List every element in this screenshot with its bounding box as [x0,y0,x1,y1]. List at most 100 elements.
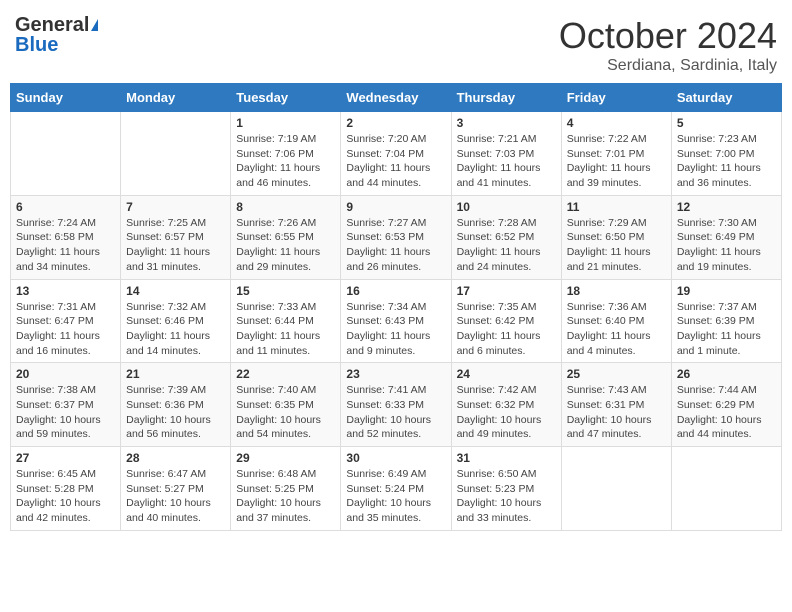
day-detail: Sunrise: 6:47 AM [126,467,225,482]
day-detail: Daylight: 10 hours and 59 minutes. [16,413,115,442]
day-detail: Sunrise: 7:27 AM [346,216,445,231]
day-detail: Sunset: 6:40 PM [567,314,666,329]
day-detail: Sunset: 5:24 PM [346,482,445,497]
day-detail: Sunset: 7:01 PM [567,147,666,162]
day-number: 14 [126,284,225,298]
logo-triangle-icon [91,19,98,31]
day-detail: Sunrise: 7:32 AM [126,300,225,315]
calendar-header: SundayMondayTuesdayWednesdayThursdayFrid… [11,84,782,112]
day-detail: Daylight: 10 hours and 47 minutes. [567,413,666,442]
day-number: 23 [346,367,445,381]
day-detail: Sunset: 6:55 PM [236,230,335,245]
day-detail: Sunrise: 6:50 AM [457,467,556,482]
day-detail: Sunrise: 7:19 AM [236,132,335,147]
day-header-sunday: Sunday [11,84,121,112]
day-detail: Sunset: 6:32 PM [457,398,556,413]
calendar-cell: 28Sunrise: 6:47 AMSunset: 5:27 PMDayligh… [121,447,231,531]
month-title: October 2024 [559,15,777,57]
day-number: 12 [677,200,776,214]
calendar-cell: 29Sunrise: 6:48 AMSunset: 5:25 PMDayligh… [231,447,341,531]
day-detail: Daylight: 11 hours and 24 minutes. [457,245,556,274]
day-detail: Sunset: 7:03 PM [457,147,556,162]
day-detail: Sunrise: 7:25 AM [126,216,225,231]
day-number: 9 [346,200,445,214]
calendar-cell: 16Sunrise: 7:34 AMSunset: 6:43 PMDayligh… [341,279,451,363]
day-detail: Sunrise: 7:26 AM [236,216,335,231]
day-header-saturday: Saturday [671,84,781,112]
day-number: 11 [567,200,666,214]
calendar-week-row: 20Sunrise: 7:38 AMSunset: 6:37 PMDayligh… [11,363,782,447]
day-detail: Sunrise: 7:21 AM [457,132,556,147]
day-detail: Daylight: 10 hours and 37 minutes. [236,496,335,525]
day-number: 17 [457,284,556,298]
calendar-cell: 23Sunrise: 7:41 AMSunset: 6:33 PMDayligh… [341,363,451,447]
day-detail: Sunset: 6:39 PM [677,314,776,329]
day-number: 10 [457,200,556,214]
calendar-cell: 7Sunrise: 7:25 AMSunset: 6:57 PMDaylight… [121,195,231,279]
day-detail: Sunrise: 7:40 AM [236,383,335,398]
calendar-cell: 30Sunrise: 6:49 AMSunset: 5:24 PMDayligh… [341,447,451,531]
day-detail: Daylight: 10 hours and 40 minutes. [126,496,225,525]
calendar-cell: 27Sunrise: 6:45 AMSunset: 5:28 PMDayligh… [11,447,121,531]
day-detail: Daylight: 11 hours and 9 minutes. [346,329,445,358]
day-number: 20 [16,367,115,381]
day-detail: Sunset: 5:27 PM [126,482,225,497]
day-number: 21 [126,367,225,381]
day-detail: Sunrise: 7:28 AM [457,216,556,231]
day-detail: Sunrise: 6:49 AM [346,467,445,482]
day-detail: Sunset: 6:47 PM [16,314,115,329]
day-detail: Sunrise: 7:43 AM [567,383,666,398]
day-number: 18 [567,284,666,298]
day-detail: Daylight: 11 hours and 4 minutes. [567,329,666,358]
day-detail: Daylight: 11 hours and 29 minutes. [236,245,335,274]
day-detail: Sunrise: 7:20 AM [346,132,445,147]
day-detail: Sunset: 6:46 PM [126,314,225,329]
day-detail: Sunrise: 7:34 AM [346,300,445,315]
day-detail: Sunset: 5:25 PM [236,482,335,497]
day-number: 29 [236,451,335,465]
calendar-cell: 1Sunrise: 7:19 AMSunset: 7:06 PMDaylight… [231,112,341,196]
day-number: 1 [236,116,335,130]
day-number: 31 [457,451,556,465]
day-detail: Sunrise: 7:41 AM [346,383,445,398]
calendar-table: SundayMondayTuesdayWednesdayThursdayFrid… [10,83,782,531]
day-number: 25 [567,367,666,381]
day-detail: Sunset: 7:06 PM [236,147,335,162]
day-detail: Daylight: 10 hours and 56 minutes. [126,413,225,442]
day-header-tuesday: Tuesday [231,84,341,112]
day-detail: Sunset: 6:33 PM [346,398,445,413]
day-detail: Sunset: 6:35 PM [236,398,335,413]
calendar-cell: 21Sunrise: 7:39 AMSunset: 6:36 PMDayligh… [121,363,231,447]
day-number: 2 [346,116,445,130]
day-header-wednesday: Wednesday [341,84,451,112]
day-detail: Sunset: 7:00 PM [677,147,776,162]
calendar-cell: 8 Sunrise: 7:26 AMSunset: 6:55 PMDaylight… [231,195,341,279]
day-detail: Daylight: 11 hours and 34 minutes. [16,245,115,274]
calendar-cell: 15Sunrise: 7:33 AMSunset: 6:44 PMDayligh… [231,279,341,363]
day-detail: Daylight: 11 hours and 36 minutes. [677,161,776,190]
day-detail: Daylight: 10 hours and 42 minutes. [16,496,115,525]
calendar-cell: 26Sunrise: 7:44 AMSunset: 6:29 PMDayligh… [671,363,781,447]
day-number: 8 [236,200,335,214]
calendar-cell: 11Sunrise: 7:29 AMSunset: 6:50 PMDayligh… [561,195,671,279]
day-detail: Sunrise: 7:22 AM [567,132,666,147]
day-detail: Sunrise: 7:33 AM [236,300,335,315]
day-detail: Sunrise: 7:37 AM [677,300,776,315]
calendar-week-row: 13Sunrise: 7:31 AMSunset: 6:47 PMDayligh… [11,279,782,363]
calendar-cell: 14Sunrise: 7:32 AMSunset: 6:46 PMDayligh… [121,279,231,363]
day-detail: Daylight: 11 hours and 44 minutes. [346,161,445,190]
logo-blue-text: Blue [15,35,58,55]
day-detail: Daylight: 11 hours and 31 minutes. [126,245,225,274]
day-number: 4 [567,116,666,130]
day-detail: Daylight: 11 hours and 11 minutes. [236,329,335,358]
calendar-cell: 20Sunrise: 7:38 AMSunset: 6:37 PMDayligh… [11,363,121,447]
calendar-cell: 4Sunrise: 7:22 AMSunset: 7:01 PMDaylight… [561,112,671,196]
day-detail: Sunset: 5:23 PM [457,482,556,497]
day-detail: Daylight: 10 hours and 44 minutes. [677,413,776,442]
day-detail: Sunrise: 6:45 AM [16,467,115,482]
calendar-cell: 6Sunrise: 7:24 AMSunset: 6:58 PMDaylight… [11,195,121,279]
day-detail: Sunrise: 7:39 AM [126,383,225,398]
calendar-cell: 17Sunrise: 7:35 AMSunset: 6:42 PMDayligh… [451,279,561,363]
day-detail: Sunset: 6:58 PM [16,230,115,245]
day-detail: Sunset: 6:53 PM [346,230,445,245]
